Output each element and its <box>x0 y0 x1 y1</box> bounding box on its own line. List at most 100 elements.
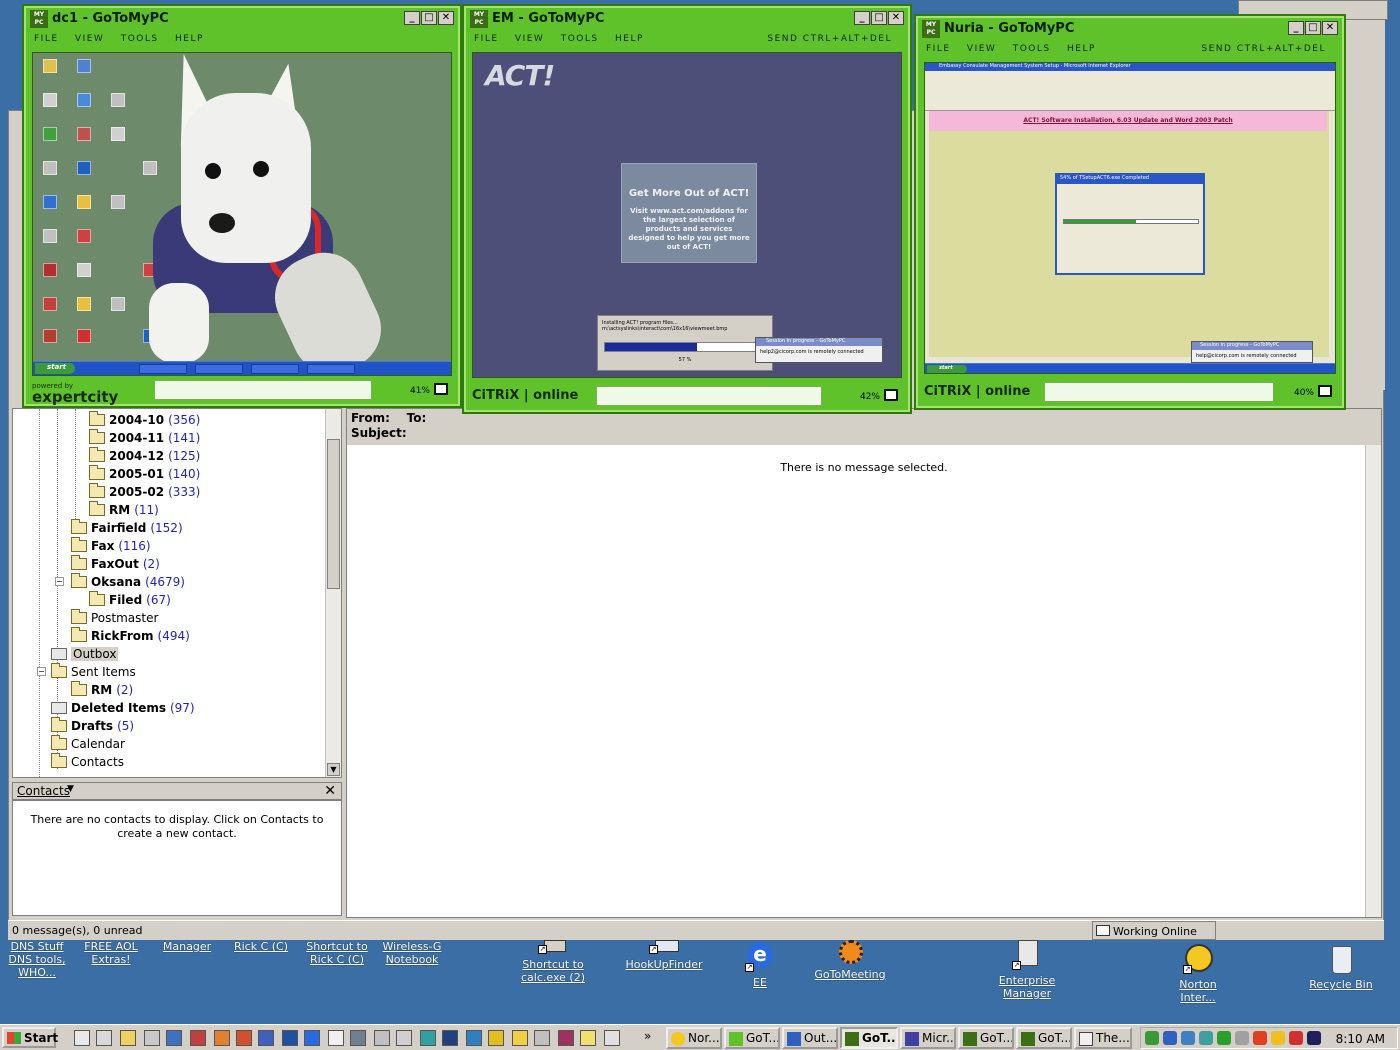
remote-desktop-view[interactable]: start <box>32 52 452 376</box>
quicklaunch-icon[interactable] <box>442 1030 458 1046</box>
desktop-icon-rick-c[interactable]: Rick C (C) <box>230 940 292 953</box>
quicklaunch-icon[interactable] <box>420 1030 436 1046</box>
desktop-icon-dns-stuff[interactable]: DNS Stuff DNS tools, WHO... <box>0 940 74 979</box>
quicklaunch-icon[interactable] <box>144 1030 160 1046</box>
tray-icon[interactable] <box>1253 1031 1267 1045</box>
folder-item[interactable]: Fax (116) <box>71 537 151 555</box>
menu-help[interactable]: HELP <box>1067 44 1096 54</box>
gotomypc-window-dc1[interactable]: MY PC dc1 - GoToMyPC _ □ ✕ FILE VIEW TOOLS … <box>22 4 462 408</box>
title-bar[interactable]: MY PC dc1 - GoToMyPC _ □ ✕ <box>30 10 454 30</box>
tray-icon[interactable] <box>1271 1031 1285 1045</box>
menu-file[interactable]: FILE <box>34 34 59 44</box>
maximize-button[interactable]: □ <box>421 11 437 25</box>
minimize-button[interactable]: _ <box>854 11 870 25</box>
quicklaunch-icon[interactable] <box>258 1030 274 1046</box>
quicklaunch-icon[interactable] <box>236 1030 252 1046</box>
quicklaunch-icon[interactable] <box>396 1030 412 1046</box>
collapse-toggle[interactable]: − <box>37 667 46 676</box>
maximize-button[interactable]: □ <box>871 11 887 25</box>
scroll-down-arrow[interactable]: ▼ <box>327 763 340 776</box>
tray-icon[interactable] <box>1199 1031 1213 1045</box>
folder-item[interactable]: RM (2) <box>71 681 133 699</box>
folder-item[interactable]: RickFrom (494) <box>71 627 190 645</box>
chevron-more-icon[interactable]: » <box>644 1029 651 1043</box>
folder-item[interactable]: Fairfield (152) <box>71 519 183 537</box>
quicklaunch-icon[interactable] <box>120 1030 136 1046</box>
desktop-icon-norton[interactable]: ↗ Norton Inter... <box>1168 944 1228 1004</box>
menu-tools[interactable]: TOOLS <box>1013 44 1051 54</box>
folder-item[interactable]: 2004-11 (141) <box>89 429 200 447</box>
quicklaunch-icon[interactable] <box>96 1030 112 1046</box>
folder-item-contacts[interactable]: Contacts <box>51 753 124 771</box>
tray-icon[interactable] <box>1163 1031 1177 1045</box>
fit-to-window-icon[interactable] <box>1318 385 1332 397</box>
tray-icon[interactable] <box>1235 1031 1249 1045</box>
contacts-pane-header[interactable]: Contacts ▼ ✕ <box>12 782 342 800</box>
close-icon[interactable]: ✕ <box>324 783 336 799</box>
quicklaunch-icon[interactable] <box>282 1030 298 1046</box>
folder-item-sent[interactable]: Sent Items <box>51 663 136 681</box>
scroll-thumb[interactable] <box>327 439 340 589</box>
menu-help[interactable]: HELP <box>175 34 204 44</box>
desktop-icon-calc[interactable]: ↗ Shortcut to calc.exe (2) <box>514 940 592 984</box>
taskbar-button-gotomypc[interactable]: GoT... <box>958 1027 1014 1049</box>
title-bar[interactable]: MY PC EM - GoToMyPC _ □ ✕ <box>470 10 904 30</box>
folder-item[interactable]: Oksana (4679) <box>71 573 185 591</box>
taskbar-button-gotomypc[interactable]: GoT... <box>840 1027 898 1049</box>
quicklaunch-icon[interactable] <box>166 1030 182 1046</box>
contacts-dropdown[interactable]: Contacts <box>17 784 70 798</box>
folder-item-deleted[interactable]: Deleted Items (97) <box>51 699 195 717</box>
remote-desktop-view[interactable]: ACT! Get More Out of ACT! Visit www.act.… <box>472 52 902 378</box>
send-ctrl-alt-del-button[interactable]: SEND CTRL+ALT+DEL <box>767 34 892 44</box>
quicklaunch-icon[interactable] <box>558 1030 574 1046</box>
title-bar[interactable]: MY PC Nuria - GoToMyPC _ □ ✕ <box>922 20 1338 40</box>
fit-to-window-icon[interactable] <box>434 383 448 395</box>
gotomypc-window-nuria[interactable]: MY PC Nuria - GoToMyPC _ □ ✕ FILE VIEW TOOL… <box>914 14 1346 410</box>
folder-item-outbox[interactable]: Outbox <box>51 645 119 663</box>
folder-item[interactable]: 2005-02 (333) <box>89 483 200 501</box>
menu-file[interactable]: FILE <box>926 44 951 54</box>
menu-tools[interactable]: TOOLS <box>121 34 159 44</box>
tray-icon[interactable] <box>1289 1031 1303 1045</box>
quicklaunch-icon[interactable] <box>350 1030 366 1046</box>
menu-tools[interactable]: TOOLS <box>561 34 599 44</box>
quicklaunch-icon[interactable] <box>74 1030 90 1046</box>
folder-item[interactable]: Filed (67) <box>89 591 171 609</box>
desktop-icon-wireless[interactable]: Wireless-G Notebook <box>380 940 444 966</box>
fit-to-window-icon[interactable] <box>884 389 898 401</box>
folder-item-calendar[interactable]: Calendar <box>51 735 125 753</box>
close-button[interactable]: ✕ <box>888 11 904 25</box>
folder-item[interactable]: FaxOut (2) <box>71 555 160 573</box>
start-button[interactable]: Start <box>2 1027 58 1048</box>
menu-view[interactable]: VIEW <box>967 44 996 54</box>
chat-input[interactable] <box>154 380 372 400</box>
minimize-button[interactable]: _ <box>1288 21 1304 35</box>
taskbar-button-norton[interactable]: Nor... <box>666 1027 722 1049</box>
chat-input[interactable] <box>1044 382 1274 402</box>
folder-item[interactable]: 2005-01 (140) <box>89 465 200 483</box>
tray-icon[interactable] <box>1145 1031 1159 1045</box>
menu-file[interactable]: FILE <box>474 34 499 44</box>
menu-view[interactable]: VIEW <box>75 34 104 44</box>
send-ctrl-alt-del-button[interactable]: SEND CTRL+ALT+DEL <box>1201 44 1326 54</box>
quicklaunch-icon[interactable] <box>488 1030 504 1046</box>
preview-scrollbar[interactable] <box>1365 445 1381 917</box>
tray-icon[interactable] <box>1181 1031 1195 1045</box>
remote-desktop-view[interactable]: Embassy Consulate Management System Setu… <box>924 62 1336 374</box>
maximize-button[interactable]: □ <box>1305 21 1321 35</box>
folder-item[interactable]: 2004-10 (356) <box>89 411 200 429</box>
tray-icon[interactable] <box>1307 1031 1321 1045</box>
quicklaunch-icon[interactable] <box>604 1030 620 1046</box>
desktop-icon-aol[interactable]: FREE AOL Extras! <box>80 940 142 966</box>
desktop-icon-enterprise-manager[interactable]: ↗ Enterprise Manager <box>990 940 1064 1000</box>
desktop-icon-gotomeeting[interactable]: GoToMeeting <box>812 940 888 981</box>
quicklaunch-icon[interactable] <box>214 1030 230 1046</box>
quicklaunch-icon[interactable] <box>190 1030 206 1046</box>
desktop-icon-recycle-bin[interactable]: Recycle Bin <box>1308 944 1374 991</box>
menu-view[interactable]: VIEW <box>515 34 544 44</box>
gotomypc-window-em[interactable]: MY PC EM - GoToMyPC _ □ ✕ FILE VIEW TOOLS H… <box>462 4 912 414</box>
quicklaunch-icon[interactable] <box>466 1030 482 1046</box>
folder-item[interactable]: 2004-12 (125) <box>89 447 200 465</box>
taskbar-button-gotomypc[interactable]: GoT... <box>724 1027 780 1049</box>
quicklaunch-icon[interactable] <box>304 1030 320 1046</box>
